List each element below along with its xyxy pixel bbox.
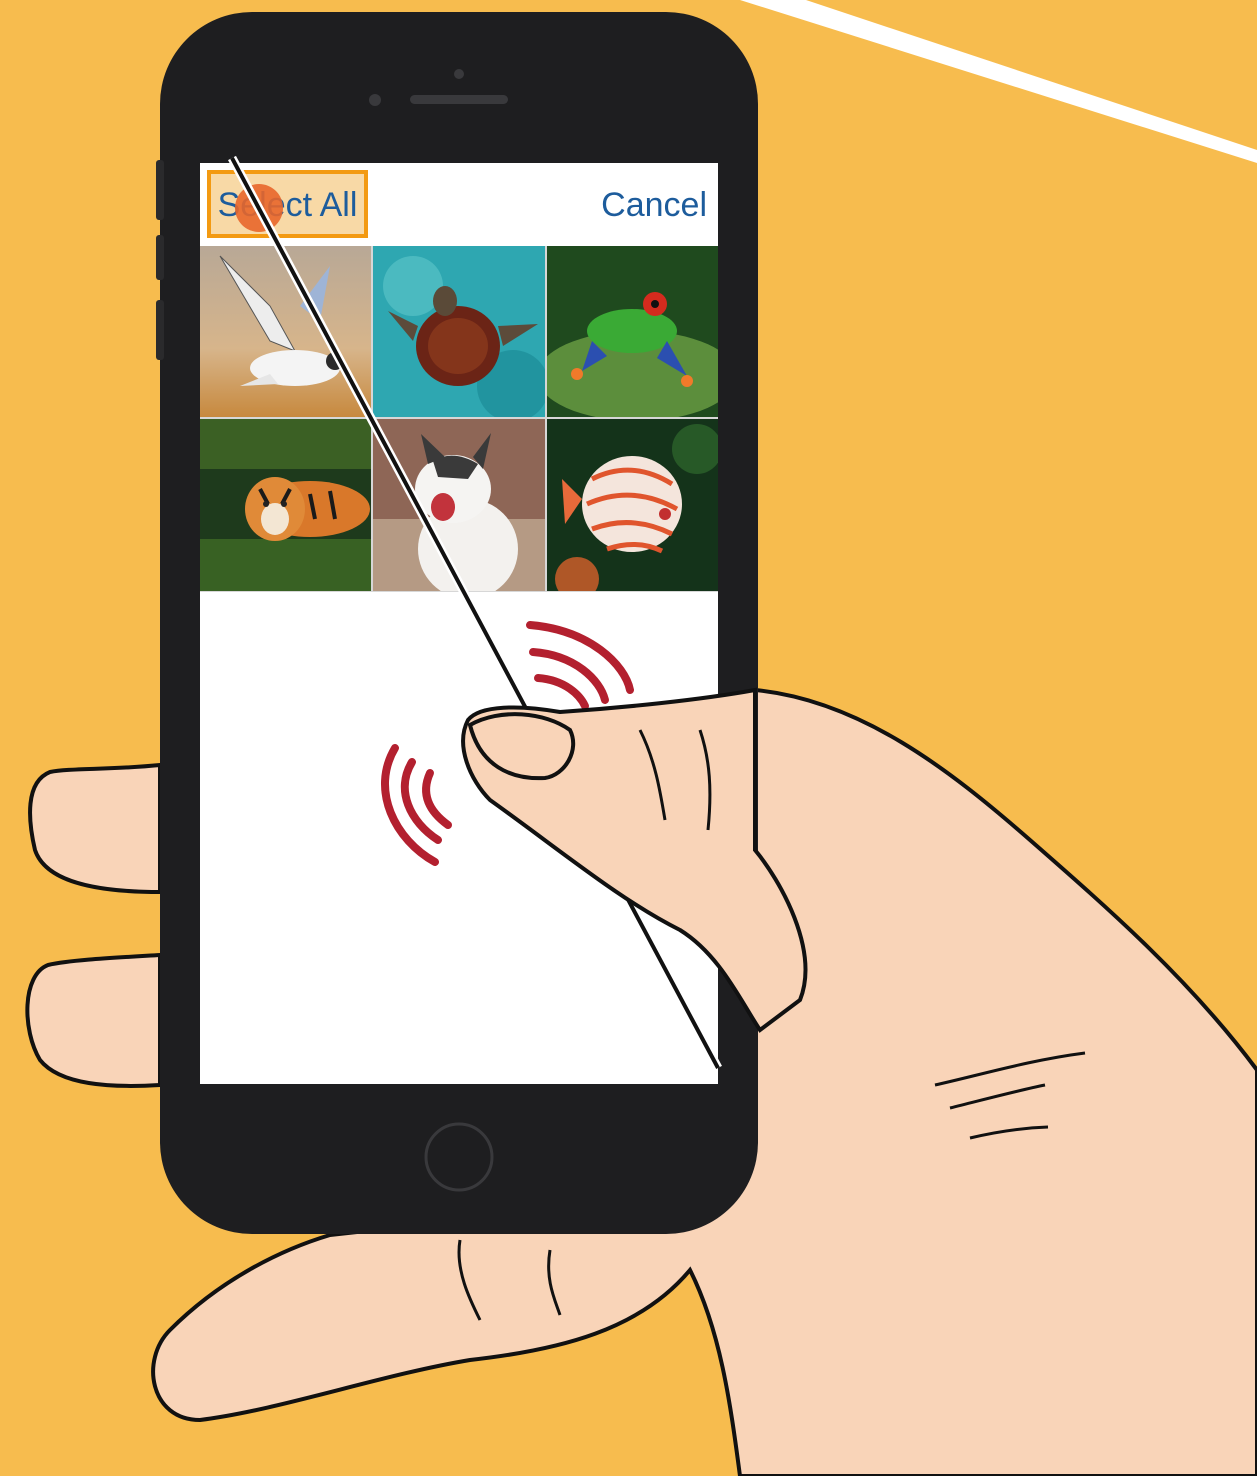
- sensor-icon: [369, 94, 381, 106]
- photo-tree-frog[interactable]: [547, 246, 718, 417]
- phone-screen: Select All Cancel: [200, 163, 718, 1084]
- background-stripe: [740, 0, 1257, 163]
- photo-grid: [200, 246, 718, 592]
- phone-volume-button: [156, 160, 164, 220]
- phone-volume-button: [156, 300, 164, 360]
- navigation-bar: Select All Cancel: [200, 163, 718, 246]
- photo-seagull[interactable]: [200, 246, 371, 417]
- cancel-button[interactable]: Cancel: [601, 173, 707, 237]
- select-all-button[interactable]: Select All: [207, 170, 368, 238]
- photo-discus-fish[interactable]: [547, 419, 718, 591]
- photo-kitten[interactable]: [373, 419, 545, 591]
- photo-tiger[interactable]: [200, 419, 371, 591]
- photo-sea-turtle[interactable]: [373, 246, 545, 417]
- front-camera-icon: [454, 69, 464, 79]
- speaker-grille: [410, 95, 508, 104]
- finger-left-upper: [28, 762, 162, 895]
- finger-left-lower: [25, 952, 162, 1088]
- phone-volume-button: [156, 235, 164, 280]
